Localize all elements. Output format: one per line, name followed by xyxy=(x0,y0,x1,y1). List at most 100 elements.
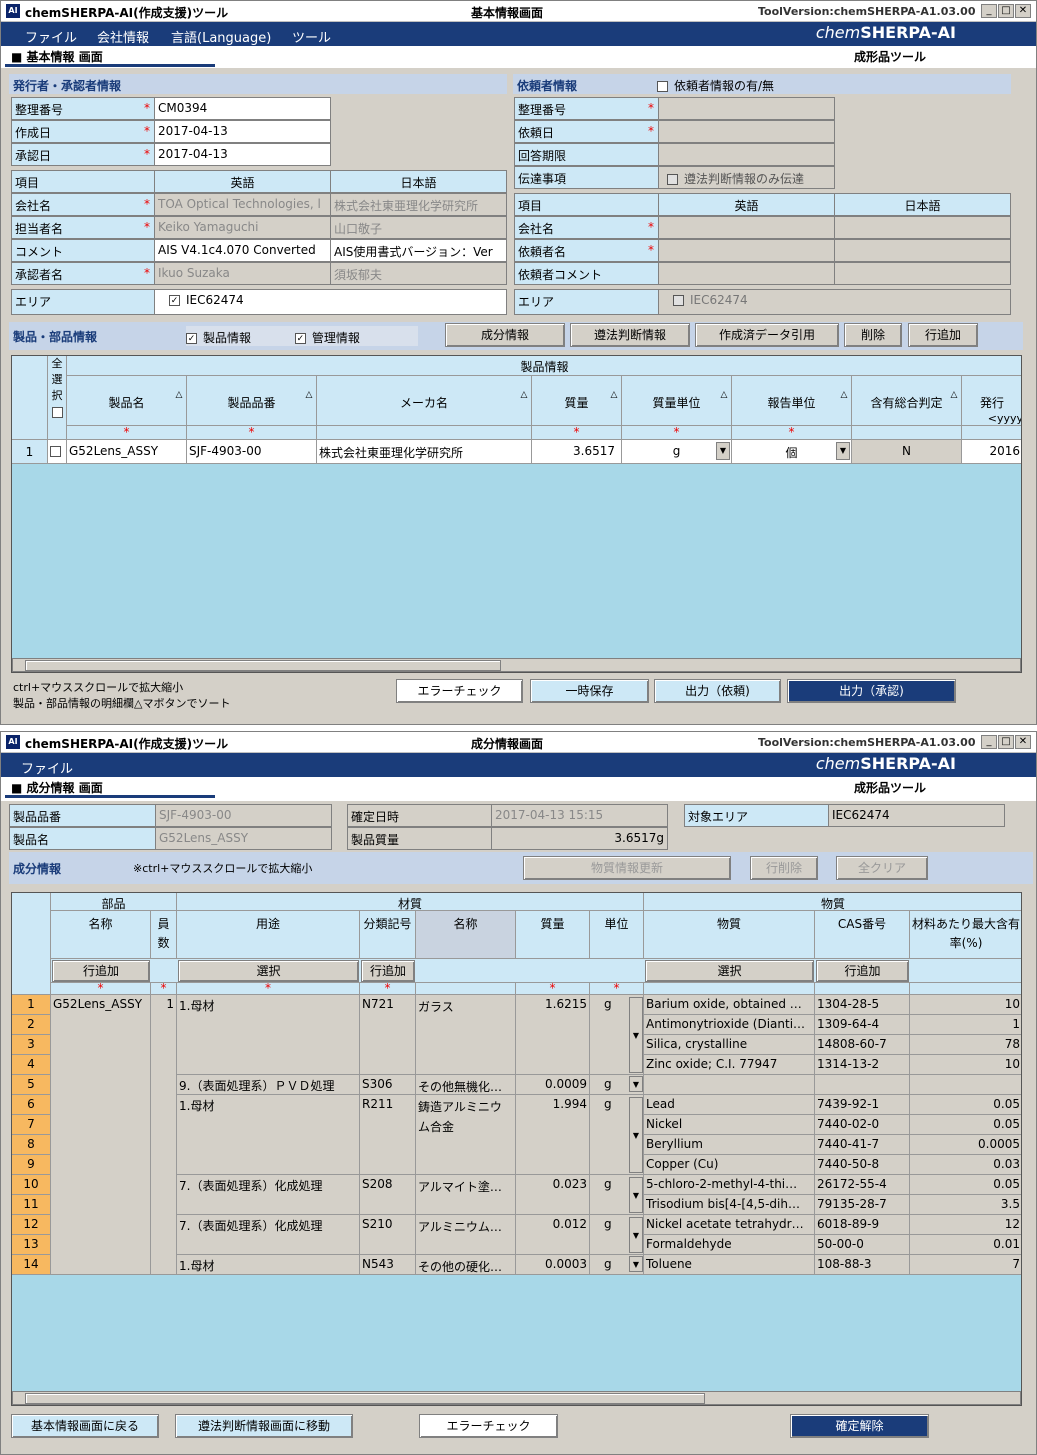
max-pct-cell[interactable]: 0.0005 xyxy=(910,1135,1021,1155)
max-pct-cell[interactable]: 12 xyxy=(910,1215,1021,1235)
chevron-down-icon[interactable]: ▼ xyxy=(629,997,643,1073)
issuer-row-ja[interactable]: 株式会社東亜理化学研究所 xyxy=(330,193,507,216)
cas-cell[interactable]: 7440-02-0 xyxy=(815,1115,910,1135)
chevron-down-icon[interactable]: ▼ xyxy=(629,1256,643,1272)
req-comment-ja[interactable] xyxy=(834,262,1011,285)
substance-cell[interactable]: Copper (Cu) xyxy=(644,1155,815,1175)
mgmt-info-checkbox[interactable]: ✓ xyxy=(294,333,306,344)
cas-cell[interactable]: 79135-28-7 xyxy=(815,1195,910,1215)
material-use-cell[interactable]: 1.母材 xyxy=(177,995,360,1075)
product-name-cell[interactable]: G52Lens_ASSY xyxy=(67,440,187,464)
product-col-header[interactable]: 含有総合判定 xyxy=(852,376,962,426)
temp-save-button[interactable]: 一時保存 xyxy=(530,679,649,703)
maximize-icon[interactable]: □ xyxy=(998,4,1014,18)
notice-field[interactable]: 遵法判断情報のみ伝達 xyxy=(658,166,835,189)
menu-tools[interactable]: ツール xyxy=(292,27,331,46)
chevron-down-icon[interactable]: ▼ xyxy=(629,1097,643,1173)
notice-checkbox[interactable] xyxy=(667,174,678,185)
use-select-button[interactable]: 選択 xyxy=(178,960,359,982)
chevron-down-icon[interactable]: ▼ xyxy=(629,1076,643,1092)
part-name-cell[interactable]: G52Lens_ASSY xyxy=(51,995,151,1275)
material-name-cell[interactable]: その他の硬化… xyxy=(416,1255,516,1275)
material-name-cell[interactable]: 鋳造アルミニウム合金 xyxy=(416,1095,516,1175)
req-mgmt-no-field[interactable] xyxy=(658,97,835,120)
menu-language[interactable]: 言語(Language) xyxy=(171,27,271,46)
answer-deadline-field[interactable] xyxy=(658,143,835,166)
max-pct-cell[interactable]: 78 xyxy=(910,1035,1021,1055)
cas-cell[interactable]: 6018-89-9 xyxy=(815,1215,910,1235)
product-col-header[interactable]: 製品名 xyxy=(67,376,187,426)
max-pct-cell[interactable]: 0.05 xyxy=(910,1095,1021,1115)
chevron-down-icon[interactable]: ▼ xyxy=(629,1177,643,1213)
issuer-row-ja[interactable]: 須坂郁夫 xyxy=(330,262,507,285)
product-col-header[interactable]: 報告単位 xyxy=(732,376,852,426)
material-name-cell[interactable]: アルミニウム… xyxy=(416,1215,516,1255)
issuer-row-ja[interactable]: AIS使用書式バージョン：Ver xyxy=(330,239,507,262)
material-code-cell[interactable]: S208 xyxy=(360,1175,416,1215)
cas-cell[interactable]: 14808-60-7 xyxy=(815,1035,910,1055)
issuer-row-en[interactable]: Keiko Yamaguchi xyxy=(154,216,331,239)
sort-triangle-icon[interactable]: △ xyxy=(173,390,185,404)
product-col-header[interactable]: 質量単位 xyxy=(622,376,732,426)
error-check-button[interactable]: エラーチェック xyxy=(396,679,523,703)
select-all-checkbox[interactable] xyxy=(51,406,63,418)
sort-triangle-icon[interactable]: △ xyxy=(608,390,620,404)
compliance-button[interactable]: 遵法判断情報 xyxy=(570,323,690,347)
issue-date-cell[interactable]: 2016 xyxy=(962,440,1021,464)
sort-triangle-icon[interactable]: △ xyxy=(518,390,530,404)
cas-cell[interactable] xyxy=(815,1075,910,1095)
class-add-row-button[interactable]: 行追加 xyxy=(361,960,415,982)
max-pct-cell[interactable]: 0.01 xyxy=(910,1235,1021,1255)
sort-triangle-icon[interactable]: △ xyxy=(838,390,850,404)
material-code-cell[interactable]: N721 xyxy=(360,995,416,1075)
row-checkbox[interactable] xyxy=(48,440,67,464)
material-use-cell[interactable]: 1.母材 xyxy=(177,1095,360,1175)
material-mass-cell[interactable]: 0.0009 xyxy=(516,1075,590,1095)
max-pct-cell[interactable]: 10 xyxy=(910,1055,1021,1075)
sort-triangle-icon[interactable]: △ xyxy=(718,390,730,404)
import-data-button[interactable]: 作成済データ引用 xyxy=(695,323,839,347)
delete-button[interactable]: 削除 xyxy=(844,323,902,347)
issuer-row-en[interactable]: Ikuo Suzaka xyxy=(154,262,331,285)
issuer-row-ja[interactable]: 山口敬子 xyxy=(330,216,507,239)
max-pct-cell[interactable]: 0.03 xyxy=(910,1155,1021,1175)
minimize-icon[interactable]: _ xyxy=(981,735,997,749)
substance-cell[interactable]: 5-chloro-2-methyl-4-thi… xyxy=(644,1175,815,1195)
material-mass-cell[interactable]: 0.012 xyxy=(516,1215,590,1255)
material-code-cell[interactable]: S210 xyxy=(360,1215,416,1255)
max-pct-cell[interactable]: 7 xyxy=(910,1255,1021,1275)
substance-cell[interactable]: Silica, crystalline xyxy=(644,1035,815,1055)
maker-cell[interactable]: 株式会社東亜理化学研究所 xyxy=(317,440,532,464)
material-mass-cell[interactable]: 0.023 xyxy=(516,1175,590,1215)
report-unit-select[interactable]: 個 ▼ xyxy=(732,440,852,464)
substance-select-button[interactable]: 選択 xyxy=(645,960,814,982)
area-field[interactable]: ✓ IEC62474 xyxy=(154,289,507,315)
material-name-cell[interactable]: アルマイト塗… xyxy=(416,1175,516,1215)
output-approve-button[interactable]: 出力（承認) xyxy=(787,679,956,703)
substance-cell[interactable]: Formaldehyde xyxy=(644,1235,815,1255)
error-check-button[interactable]: エラーチェック xyxy=(419,1414,558,1438)
menu-file[interactable]: ファイル xyxy=(25,27,77,46)
material-mass-cell[interactable]: 1.6215 xyxy=(516,995,590,1075)
area-checkbox[interactable]: ✓ xyxy=(169,295,180,306)
part-add-row-button[interactable]: 行追加 xyxy=(52,960,150,982)
product-no-cell[interactable]: SJF-4903-00 xyxy=(187,440,317,464)
material-name-cell[interactable]: ガラス xyxy=(416,995,516,1075)
req-area-field[interactable]: IEC62474 xyxy=(658,289,1011,315)
req-person-en[interactable] xyxy=(658,239,835,262)
substance-cell[interactable] xyxy=(644,1075,815,1095)
cas-cell[interactable]: 7440-50-8 xyxy=(815,1155,910,1175)
substance-cell[interactable]: Toluene xyxy=(644,1255,815,1275)
maximize-icon[interactable]: □ xyxy=(998,735,1014,749)
created-date-field[interactable]: 2017-04-13 xyxy=(154,120,331,143)
back-to-basic-button[interactable]: 基本情報画面に戻る xyxy=(11,1414,159,1438)
close-icon[interactable]: ✕ xyxy=(1015,735,1031,749)
substance-cell[interactable]: Antimonytrioxide (Dianti… xyxy=(644,1015,815,1035)
menu-company[interactable]: 会社情報 xyxy=(97,27,149,46)
req-comment-en[interactable] xyxy=(658,262,835,285)
horizontal-scrollbar[interactable] xyxy=(12,1391,1021,1405)
composition-button[interactable]: 成分情報 xyxy=(445,323,565,347)
req-area-checkbox[interactable] xyxy=(673,295,684,306)
approved-date-field[interactable]: 2017-04-13 xyxy=(154,143,331,166)
material-code-cell[interactable]: N543 xyxy=(360,1255,416,1275)
